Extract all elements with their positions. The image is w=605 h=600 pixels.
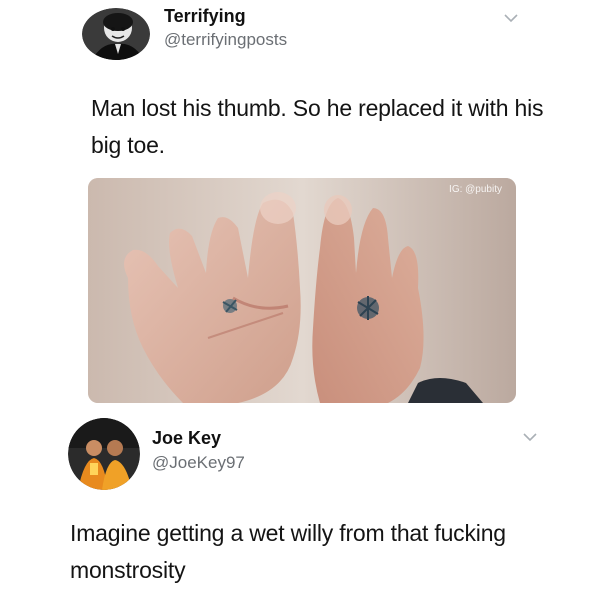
orange-photo-avatar-icon [68,418,140,490]
avatar[interactable] [68,418,140,490]
display-name[interactable]: Terrifying [164,5,246,27]
display-name[interactable]: Joe Key [152,427,221,449]
chevron-down-icon [504,14,518,23]
tweet-menu-button[interactable] [504,13,518,23]
chevron-down-icon [523,433,537,442]
tweet-menu-button[interactable] [523,432,537,442]
tweet-text: Imagine getting a wet willy from that fu… [70,520,506,583]
avatar[interactable] [82,8,150,60]
user-handle[interactable]: @terrifyingposts [164,29,287,51]
tweet: Terrifying @terrifyingposts Man lost his… [0,0,605,410]
tweet: Joe Key @JoeKey97 Imagine getting a wet … [0,410,605,600]
media-watermark: IG: @pubity [449,184,502,195]
tweet-media-photo[interactable]: IG: @pubity [88,178,516,403]
hands-photo [88,178,516,403]
tweet-text: Man lost his thumb. So he replaced it wi… [91,95,544,158]
user-handle[interactable]: @JoeKey97 [152,452,245,474]
dark-portrait-avatar-icon [82,8,150,60]
